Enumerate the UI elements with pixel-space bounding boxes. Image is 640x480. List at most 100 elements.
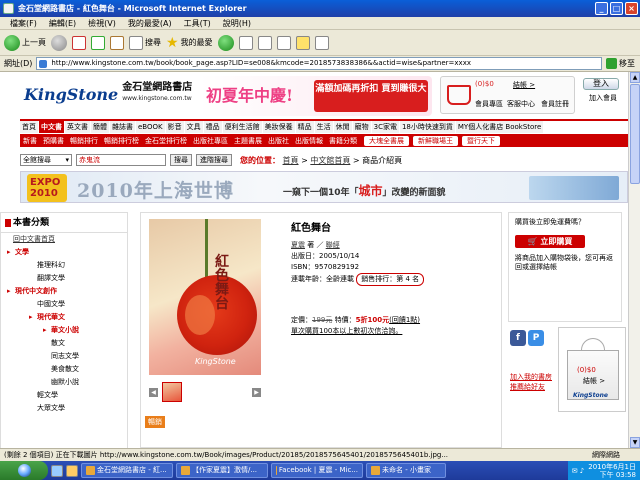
scroll-up-icon[interactable]: ▲ (630, 72, 640, 83)
edit-icon[interactable] (276, 35, 291, 50)
task-author[interactable]: 【作家夏震】激情/... (176, 463, 268, 478)
sidebar-category-item[interactable]: 美食散文 (1, 363, 127, 376)
nav-tab-11[interactable]: 精品 (295, 121, 315, 133)
subnav-button-2[interactable]: 暨行天下 (462, 135, 500, 146)
quicklaunch-folder-icon[interactable] (66, 464, 78, 477)
sidebar-category-item[interactable]: 翻譯文學 (1, 272, 127, 285)
site-logo[interactable]: KingStone 金石堂網路書店 www.kingstone.com.tw (24, 82, 192, 104)
subnav-link-3[interactable]: 暢銷排行榜 (101, 136, 142, 146)
messenger-icon[interactable] (314, 35, 329, 50)
book-cover[interactable]: 紅色舞台 KingStone (149, 219, 261, 375)
print-icon[interactable] (257, 35, 272, 50)
nav-tab-13[interactable]: 休閒 (333, 121, 353, 133)
recommend-link[interactable]: 推薦給好友 (510, 382, 552, 392)
expo-banner[interactable]: EXPO 2010 2010年上海世博 一窺下一個10年「城市」改變的新面貌 (20, 171, 628, 203)
subnav-link-1[interactable]: 預購書 (40, 136, 67, 146)
bulk-note[interactable]: 單次購買100本以上數初次信洽詢。 (291, 326, 497, 337)
nav-tab-5[interactable]: eBOOK (136, 121, 166, 133)
nav-tab-9[interactable]: 便利生活館 (222, 121, 263, 133)
subnav-link-9[interactable]: 書籍分類 (326, 136, 360, 146)
stop-icon[interactable] (72, 35, 86, 50)
nav-tab-12[interactable]: 生活 (314, 121, 334, 133)
sidebar-category-item[interactable]: 現代中文創作 (1, 285, 127, 298)
menu-favorites[interactable]: 我的最愛(A) (122, 18, 178, 29)
thumb-prev-icon[interactable]: ◀ (149, 387, 158, 397)
start-button[interactable] (0, 461, 48, 480)
sidebar-category-item[interactable]: 華文小說 (1, 324, 127, 337)
address-input[interactable]: http://www.kingstone.com.tw/book/book_pa… (36, 57, 602, 70)
menu-view[interactable]: 檢視(V) (82, 18, 122, 29)
sidebar-category-item[interactable]: 大眾文學 (1, 402, 127, 415)
nav-tab-16[interactable]: 18小時快速到貨 (399, 121, 456, 133)
search-scope-select[interactable]: 全館搜尋 (20, 154, 72, 166)
cover-thumbnail[interactable] (162, 382, 182, 402)
menu-help[interactable]: 說明(H) (217, 18, 257, 29)
nav-tab-14[interactable]: 寵物 (352, 121, 372, 133)
search-button[interactable]: 搜尋 (129, 35, 161, 50)
sidebar-category-item[interactable]: 推理科幻 (1, 259, 127, 272)
search-input[interactable]: 赤鬼流 (76, 154, 166, 166)
register-link[interactable]: 會員註冊 (541, 99, 569, 109)
home-icon[interactable] (110, 35, 124, 50)
nav-tab-17[interactable]: MY個人化書店 BookStore (455, 121, 545, 133)
sidebar-category-item[interactable]: 同志文學 (1, 350, 127, 363)
subnav-link-5[interactable]: 出版社專區 (190, 136, 231, 146)
floating-cart[interactable]: (0)$0 結帳 > KingStone (558, 327, 626, 412)
subnav-link-0[interactable]: 新書 (20, 136, 40, 146)
nav-tab-0[interactable]: 首頁 (20, 121, 39, 133)
subnav-link-2[interactable]: 暢銷排行 (67, 136, 101, 146)
nav-tab-6[interactable]: 影音 (165, 121, 185, 133)
task-kingstone[interactable]: 金石堂網路書店 - 紅... (81, 463, 173, 478)
subnav-link-4[interactable]: 金石堂排行榜 (142, 136, 190, 146)
go-button[interactable]: 移至 (606, 57, 640, 70)
member-link[interactable]: 會員專區 (475, 99, 503, 109)
sidebar-category-item[interactable]: 輕文學 (1, 389, 127, 402)
nav-tab-2[interactable]: 英文書 (65, 121, 91, 133)
close-button[interactable]: × (625, 2, 638, 15)
nav-tab-8[interactable]: 禮品 (203, 121, 223, 133)
buy-now-button[interactable]: 🛒 立即購買 (515, 235, 585, 248)
maximize-button[interactable]: □ (610, 2, 623, 15)
refresh-icon[interactable] (91, 35, 105, 50)
subnav-button-0[interactable]: 大塊全書展 (364, 135, 409, 146)
nav-tab-10[interactable]: 美妝保養 (262, 121, 296, 133)
nav-tab-3[interactable]: 簡體 (91, 121, 110, 133)
clock[interactable]: 2010年6月1日 下午 03:58 (588, 463, 636, 479)
sidebar-category-item[interactable]: 現代華文 (1, 311, 127, 324)
menu-file[interactable]: 檔案(F) (4, 18, 43, 29)
subnav-link-8[interactable]: 出版情報 (292, 136, 326, 146)
service-link[interactable]: 客服中心 (507, 99, 535, 109)
menu-tools[interactable]: 工具(T) (178, 18, 217, 29)
folder-icon[interactable] (295, 35, 310, 50)
nav-tab-4[interactable]: 雜誌書 (110, 121, 136, 133)
subnav-link-7[interactable]: 出版社 (265, 136, 292, 146)
breadcrumb-category[interactable]: 中文館首頁 (310, 156, 350, 165)
favorites-button[interactable]: ★ 我的最愛 (166, 35, 213, 51)
plurk-icon[interactable]: P (528, 330, 544, 346)
sidebar-category-item[interactable]: 回中文書首頁 (1, 233, 127, 246)
nav-tab-15[interactable]: 3C家電 (371, 121, 400, 133)
nav-tab-7[interactable]: 文具 (184, 121, 204, 133)
quicklaunch-ie-icon[interactable] (51, 464, 63, 477)
join-link[interactable]: 加入會員 (583, 93, 623, 103)
task-paint[interactable]: 未命名 - 小畫家 (366, 463, 446, 478)
scroll-down-icon[interactable]: ▼ (630, 437, 640, 448)
minimize-button[interactable]: _ (595, 2, 608, 15)
tray-icons[interactable]: ✉ ♪ (572, 467, 585, 475)
scroll-thumb[interactable] (630, 84, 640, 184)
points-link[interactable]: (回饋1點) (389, 316, 420, 324)
subnav-link-6[interactable]: 主題書展 (231, 136, 265, 146)
login-button[interactable]: 登入 (583, 78, 619, 90)
subnav-button-1[interactable]: 新鮮職場王 (413, 135, 458, 146)
search-submit-button[interactable]: 搜尋 (170, 154, 192, 166)
breadcrumb-home[interactable]: 首頁 (283, 156, 299, 165)
task-facebook[interactable]: Facebook | 夏震 - Mic... (271, 463, 363, 478)
menu-edit[interactable]: 編輯(E) (43, 18, 82, 29)
cart-checkout-link[interactable]: 結帳 > (513, 80, 535, 90)
back-button[interactable]: 上一頁 (4, 34, 46, 51)
advanced-search-button[interactable]: 進階搜尋 (196, 154, 232, 166)
vertical-scrollbar[interactable]: ▲ ▼ (628, 72, 640, 448)
floating-cart-checkout[interactable]: 結帳 > (583, 376, 605, 386)
mail-icon[interactable] (238, 35, 253, 50)
facebook-icon[interactable]: f (510, 330, 526, 346)
